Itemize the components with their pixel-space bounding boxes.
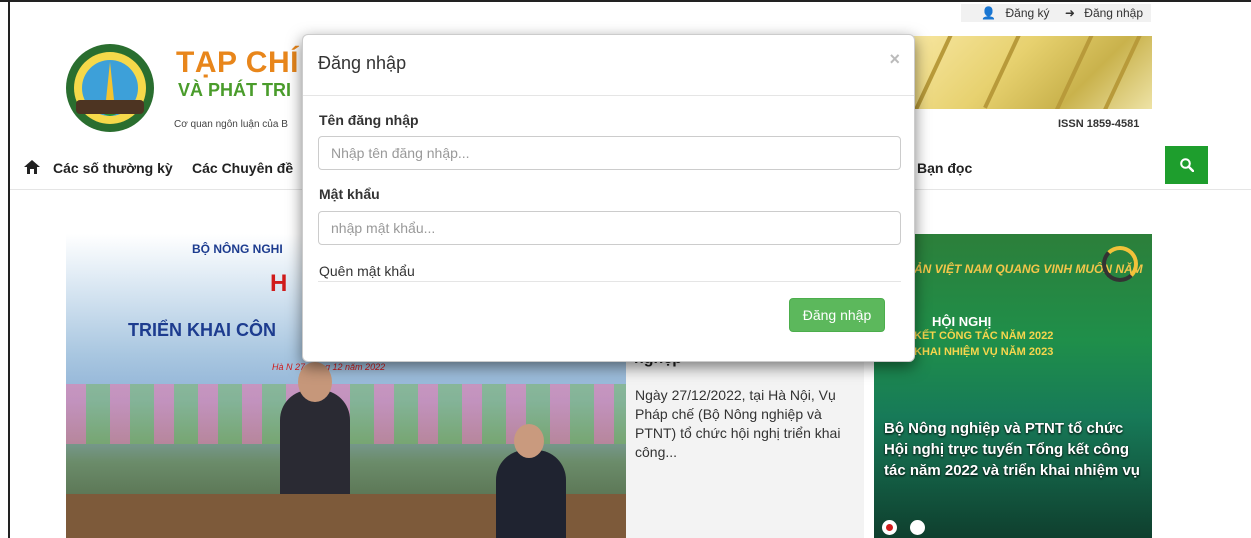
login-modal: Đăng nhập × Tên đăng nhập Mật khẩu Quên …	[302, 34, 915, 362]
login-submit-button[interactable]: Đăng nhập	[789, 298, 885, 332]
modal-title: Đăng nhập	[318, 53, 407, 73]
password-input[interactable]	[318, 211, 901, 245]
forgot-password-link[interactable]: Quên mật khẩu	[319, 263, 415, 279]
close-icon[interactable]: ×	[889, 49, 900, 70]
username-input[interactable]	[318, 136, 901, 170]
form-divider	[318, 281, 901, 282]
modal-header: Đăng nhập ×	[303, 35, 914, 96]
username-label: Tên đăng nhập	[319, 112, 419, 128]
password-label: Mật khẩu	[319, 186, 380, 202]
